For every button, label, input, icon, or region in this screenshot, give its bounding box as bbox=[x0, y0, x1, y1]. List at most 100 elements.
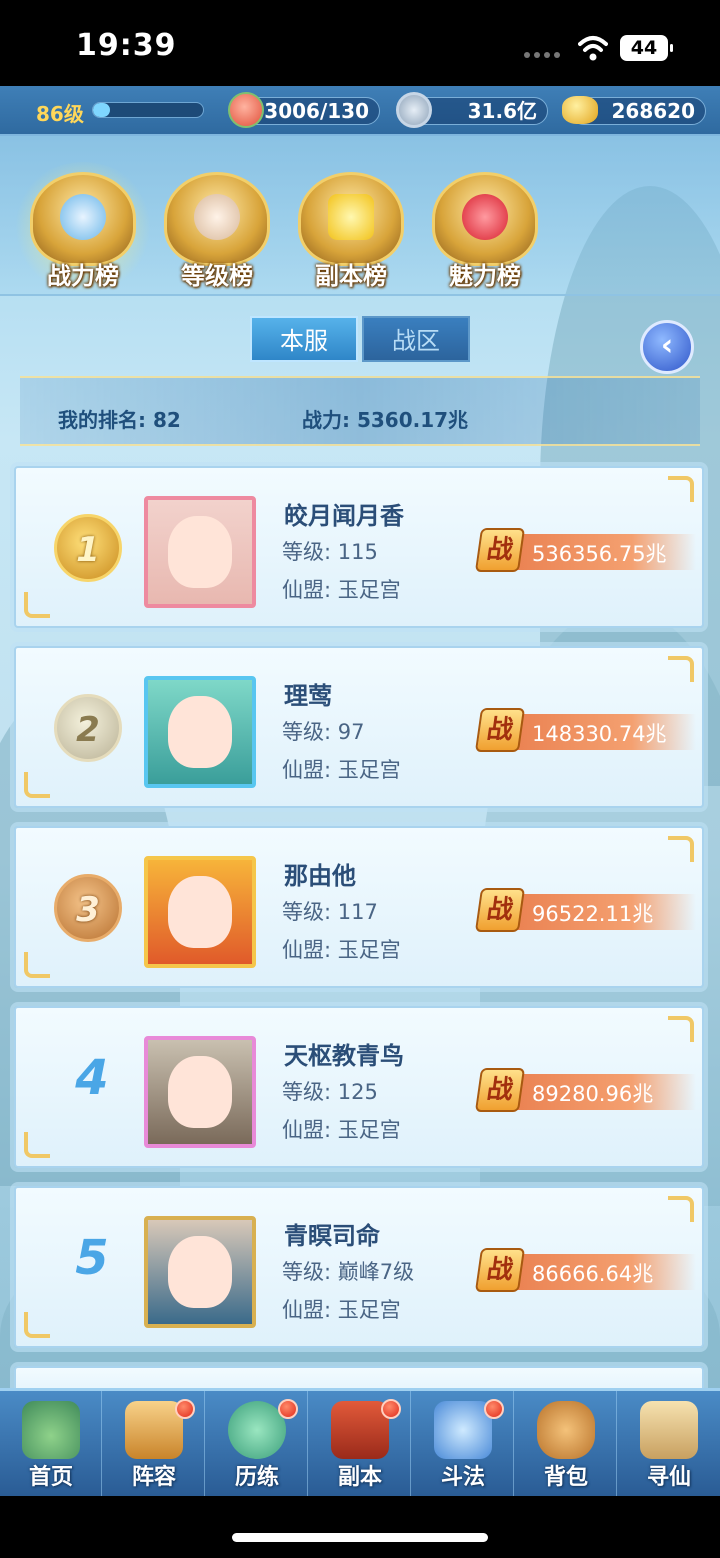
gold-ingot-icon bbox=[562, 96, 598, 124]
nav-label: 历练 bbox=[234, 1465, 279, 1490]
avatar[interactable] bbox=[144, 856, 256, 968]
ranking-row[interactable]: 1 皎月闻月香 等级: 115 仙盟: 玉足宫 战 536356.75兆 bbox=[14, 466, 704, 628]
silver-value: 31.6亿 bbox=[467, 99, 537, 123]
corner-ornament bbox=[668, 836, 694, 862]
ranking-row[interactable]: 3 那由他 等级: 117 仙盟: 玉足宫 战 96522.11兆 bbox=[14, 826, 704, 988]
corner-ornament bbox=[668, 656, 694, 682]
tab-label: 魅力榜 bbox=[449, 262, 521, 290]
corner-ornament bbox=[24, 772, 50, 798]
tab-dungeon[interactable]: 副本榜 bbox=[286, 172, 416, 292]
nav-bag[interactable]: 背包 bbox=[515, 1391, 617, 1496]
ranking-row[interactable]: 5 青瞑司命 等级: 巅峰7级 仙盟: 玉足宫 战 86666.64兆 bbox=[14, 1186, 704, 1348]
battle-badge-icon: 战 bbox=[474, 528, 526, 572]
gold-medal-icon: 1 bbox=[54, 514, 122, 582]
tab-war-zone[interactable]: 战区 bbox=[362, 316, 470, 362]
player-guild: 仙盟: 玉足宫 bbox=[282, 1298, 401, 1322]
nav-label: 副本 bbox=[337, 1465, 382, 1490]
player-guild: 仙盟: 玉足宫 bbox=[282, 578, 401, 602]
notification-dot bbox=[175, 1399, 195, 1419]
nav-seek-immortal[interactable]: 寻仙 bbox=[618, 1391, 720, 1496]
avatar[interactable] bbox=[144, 1036, 256, 1148]
peach-icon bbox=[228, 92, 264, 128]
corner-ornament bbox=[668, 1016, 694, 1042]
nav-training[interactable]: 历练 bbox=[206, 1391, 308, 1496]
home-indicator[interactable] bbox=[232, 1533, 488, 1542]
home-indicator-area bbox=[0, 1496, 720, 1558]
notification-dot bbox=[278, 1399, 298, 1419]
tab-local-server[interactable]: 本服 bbox=[250, 316, 358, 362]
power-value: 89280.96兆 bbox=[532, 1082, 654, 1106]
status-bar: 19:39 44 bbox=[0, 0, 720, 86]
drum-icon bbox=[194, 194, 240, 240]
power-value: 536356.75兆 bbox=[532, 542, 667, 566]
back-button[interactable]: ‹ bbox=[640, 320, 694, 374]
power-value: 96522.11兆 bbox=[532, 902, 654, 926]
avatar[interactable] bbox=[144, 496, 256, 608]
home-icon bbox=[22, 1401, 80, 1459]
stamina-value: 33006/130 bbox=[250, 99, 369, 123]
corner-ornament bbox=[24, 952, 50, 978]
avatar-face bbox=[168, 1056, 232, 1128]
player-guild: 仙盟: 玉足宫 bbox=[282, 758, 401, 782]
tab-charm[interactable]: 魅力榜 bbox=[420, 172, 550, 292]
player-guild: 仙盟: 玉足宫 bbox=[282, 938, 401, 962]
corner-ornament bbox=[24, 1132, 50, 1158]
signal-icon bbox=[524, 52, 560, 58]
notification-dot bbox=[381, 1399, 401, 1419]
star-icon bbox=[328, 194, 374, 240]
xp-fill bbox=[93, 103, 110, 117]
battle-badge-icon: 战 bbox=[474, 1068, 526, 1112]
silver-medal-icon: 2 bbox=[54, 694, 122, 762]
player-name: 皎月闻月香 bbox=[284, 502, 404, 530]
power-value: 86666.64兆 bbox=[532, 1262, 654, 1286]
clock: 19:39 bbox=[76, 28, 177, 63]
avatar[interactable] bbox=[144, 1216, 256, 1328]
nav-home[interactable]: 首页 bbox=[0, 1391, 102, 1496]
wifi-icon bbox=[578, 36, 608, 61]
player-level: 等级: 97 bbox=[282, 720, 365, 744]
ranking-row[interactable]: 2 理莺 等级: 97 仙盟: 玉足宫 战 148330.74兆 bbox=[14, 646, 704, 808]
battery-icon: 44 bbox=[620, 35, 673, 61]
power-value: 148330.74兆 bbox=[532, 722, 667, 746]
bronze-medal-icon: 3 bbox=[54, 874, 122, 942]
nav-label: 阵容 bbox=[131, 1465, 176, 1490]
gem-icon bbox=[60, 194, 106, 240]
player-guild: 仙盟: 玉足宫 bbox=[282, 1118, 401, 1142]
nav-label: 寻仙 bbox=[646, 1465, 691, 1490]
nav-label: 首页 bbox=[28, 1465, 73, 1490]
nav-battle[interactable]: 斗法 bbox=[412, 1391, 514, 1496]
xp-bar bbox=[92, 102, 204, 118]
battle-badge-icon: 战 bbox=[474, 888, 526, 932]
nav-lineup[interactable]: 阵容 bbox=[103, 1391, 205, 1496]
nav-dungeon[interactable]: 副本 bbox=[309, 1391, 411, 1496]
ranking-row[interactable]: 4 天枢教青鸟 等级: 125 仙盟: 玉足宫 战 89280.96兆 bbox=[14, 1006, 704, 1168]
nav-label: 背包 bbox=[543, 1465, 588, 1490]
rank-number: 4 bbox=[75, 1050, 109, 1106]
ranking-screen: 86级 33006/130 31.6亿 268620 战力榜 等级榜 副本榜 魅 bbox=[0, 86, 720, 1496]
tab-label: 等级榜 bbox=[181, 262, 253, 290]
tab-label: 副本榜 bbox=[315, 262, 387, 290]
scroll-icon bbox=[640, 1401, 698, 1459]
player-name: 天枢教青鸟 bbox=[284, 1042, 404, 1070]
player-level: 86级 bbox=[36, 102, 84, 126]
tab-level[interactable]: 等级榜 bbox=[152, 172, 282, 292]
player-level: 等级: 115 bbox=[282, 540, 378, 564]
gold-value: 268620 bbox=[611, 99, 696, 123]
battle-badge-icon: 战 bbox=[474, 1248, 526, 1292]
bag-icon bbox=[537, 1401, 595, 1459]
tab-combat-power[interactable]: 战力榜 bbox=[12, 162, 154, 292]
avatar-face bbox=[168, 516, 232, 588]
category-tabs: 战力榜 等级榜 副本榜 魅力榜 bbox=[0, 136, 720, 296]
player-name: 理莺 bbox=[284, 682, 332, 710]
my-power: 战力: 5360.17兆 bbox=[302, 408, 469, 432]
rank-number: 5 bbox=[75, 1230, 109, 1286]
nav-label: 斗法 bbox=[440, 1465, 485, 1490]
player-level: 等级: 117 bbox=[282, 900, 378, 924]
avatar-face bbox=[168, 1236, 232, 1308]
heart-icon bbox=[462, 194, 508, 240]
corner-ornament bbox=[24, 1312, 50, 1338]
player-name: 青瞑司命 bbox=[284, 1222, 380, 1250]
avatar[interactable] bbox=[144, 676, 256, 788]
notification-dot bbox=[484, 1399, 504, 1419]
player-name: 那由他 bbox=[284, 862, 356, 890]
